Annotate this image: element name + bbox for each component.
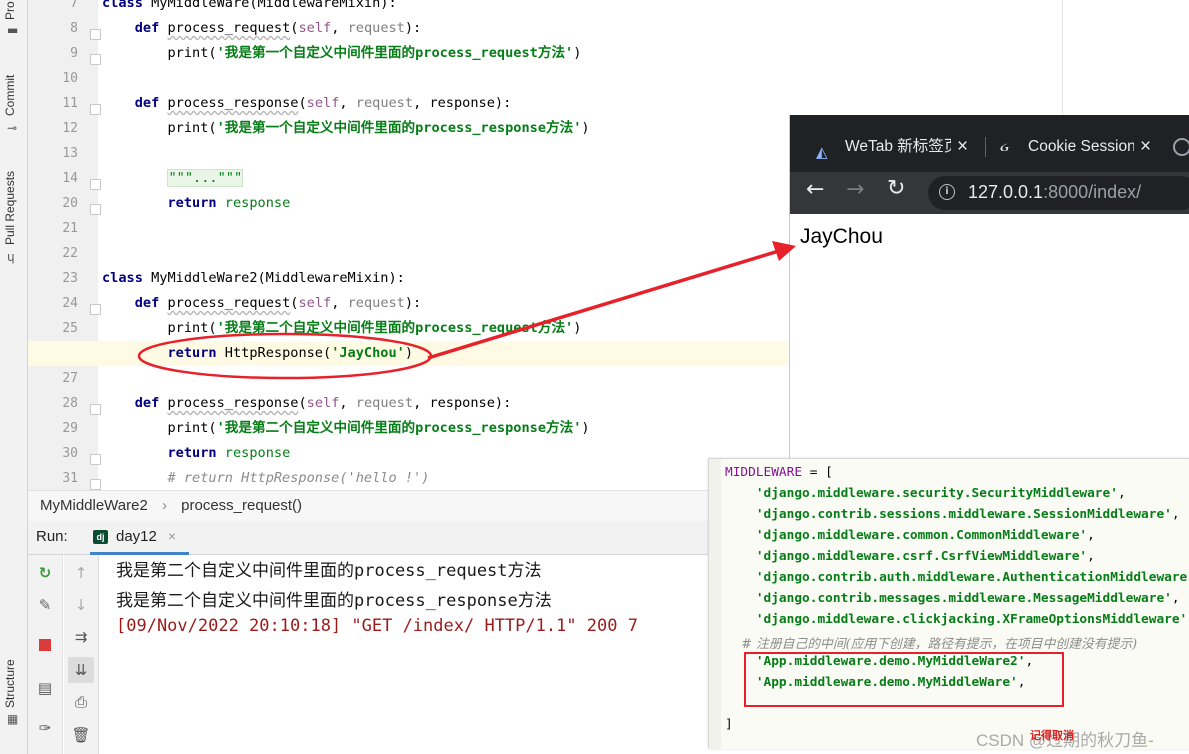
annotation-overlay [137,241,796,380]
highlight-ellipse [137,332,433,380]
annotation-arrow [427,248,783,360]
red-stamp: 记得取消 [1030,729,1074,742]
annotation-arrowhead [772,241,796,261]
